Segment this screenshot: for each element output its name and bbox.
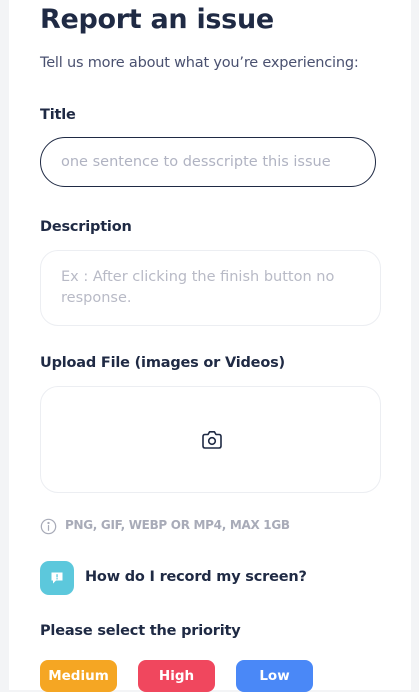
record-screen-help-link[interactable]: How do I record my screen? (40, 561, 340, 595)
priority-low-button[interactable]: Low (236, 660, 313, 692)
page-title: Report an issue (40, 4, 274, 35)
report-issue-panel: Report an issue Tell us more about what … (9, 0, 411, 692)
record-screen-help-text: How do I record my screen? (85, 569, 307, 585)
info-icon (40, 518, 57, 535)
title-input[interactable] (40, 137, 376, 187)
message-icon (40, 561, 74, 595)
upload-label: Upload File (images or Videos) (40, 355, 285, 371)
priority-high-button[interactable]: High (138, 660, 215, 692)
page-subtitle: Tell us more about what you’re experienc… (40, 55, 359, 71)
title-label: Title (40, 107, 76, 123)
priority-label: Please select the priority (40, 623, 241, 639)
priority-medium-button[interactable]: Medium (40, 660, 117, 692)
upload-dropzone[interactable] (40, 386, 381, 493)
description-input[interactable] (40, 250, 381, 326)
camera-icon (202, 431, 222, 449)
description-label: Description (40, 219, 132, 235)
upload-hint-text: PNG, GIF, WEBP OR MP4, MAX 1GB (65, 518, 290, 532)
